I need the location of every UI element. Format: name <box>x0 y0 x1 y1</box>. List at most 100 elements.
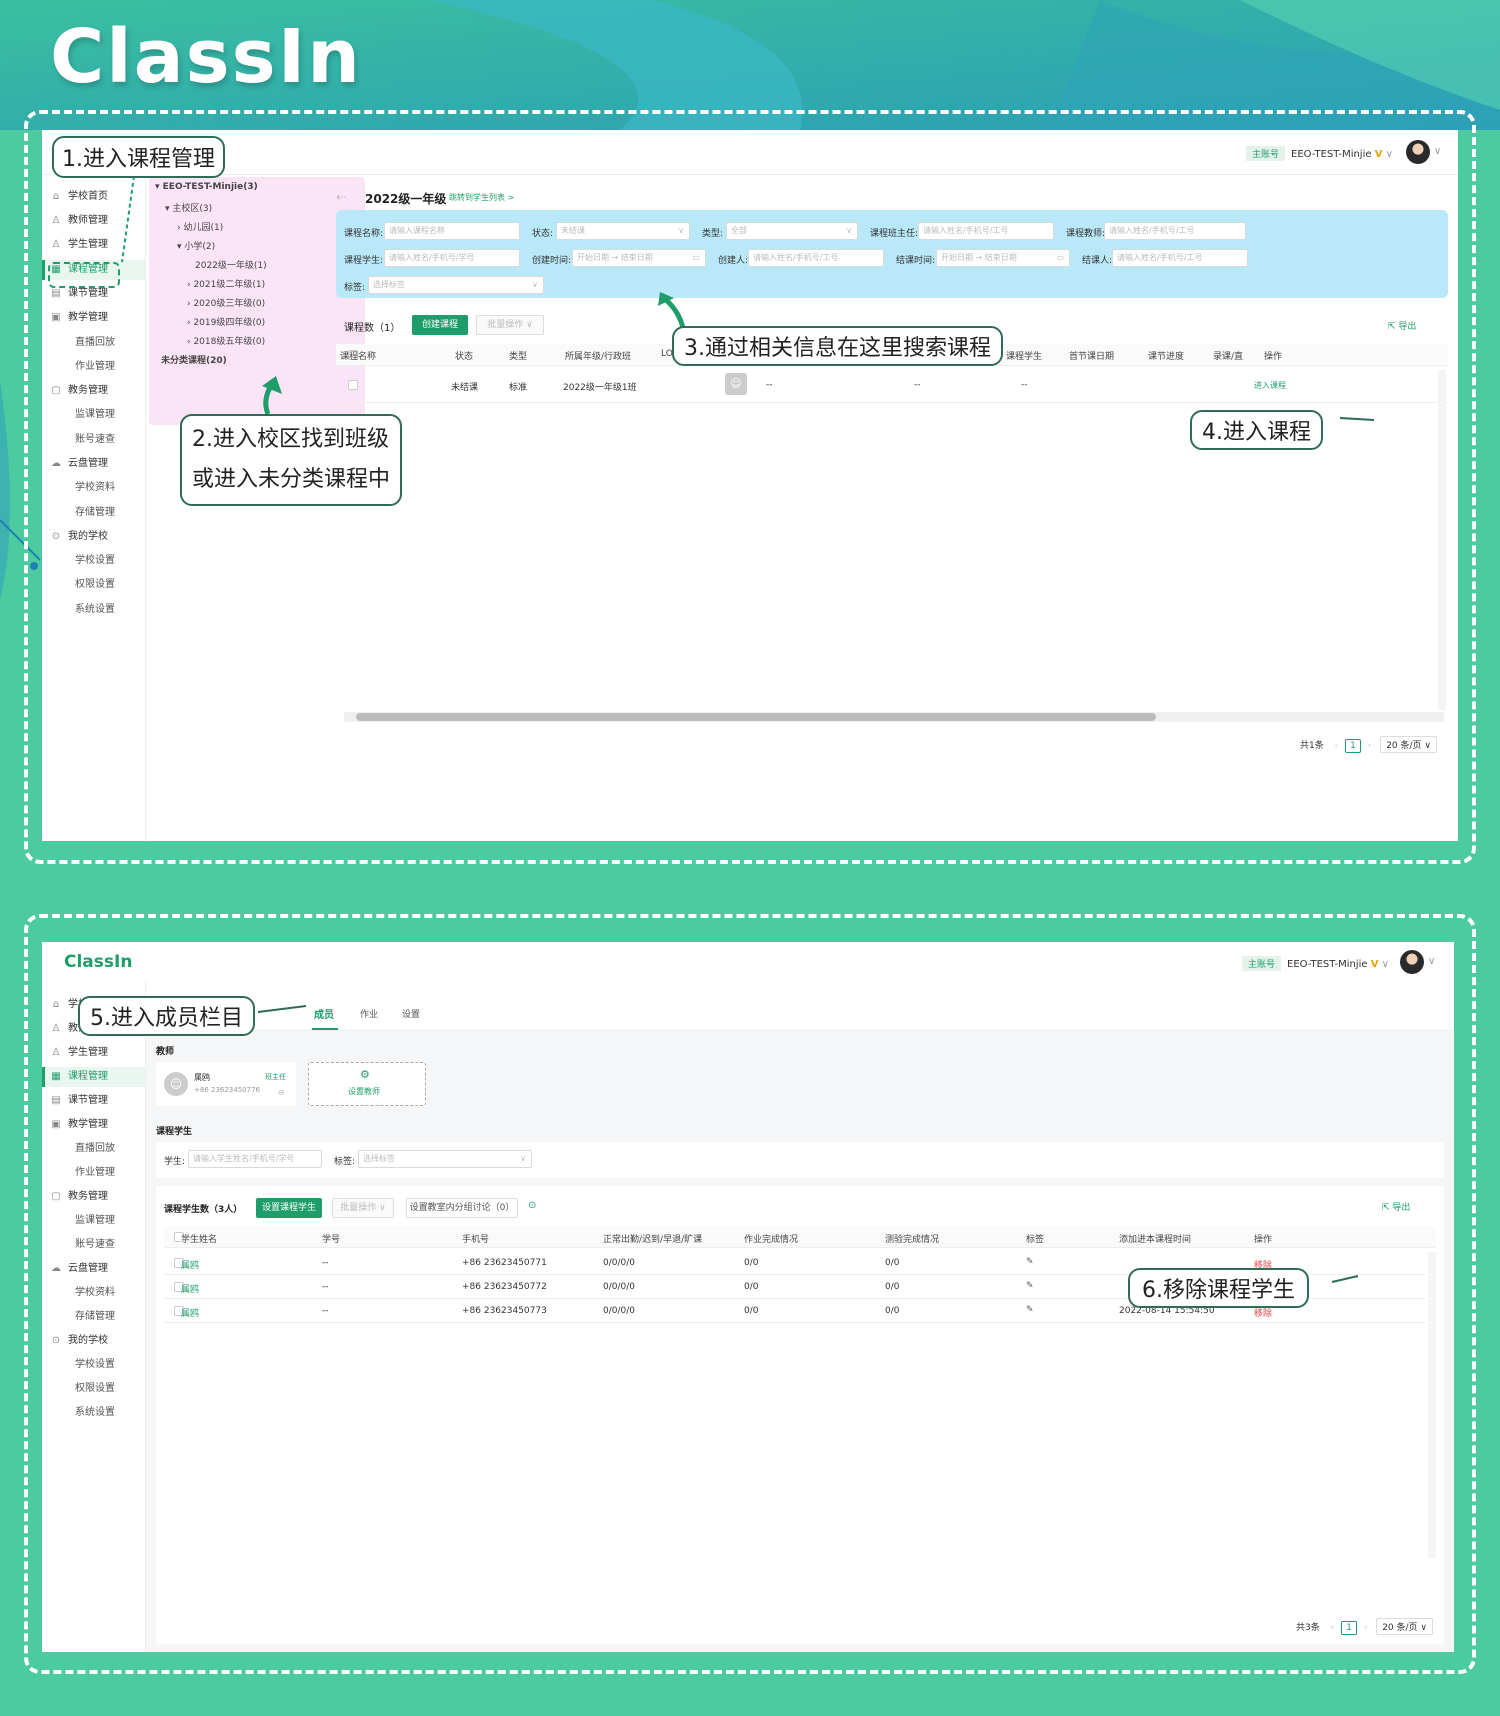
chevron-down-icon[interactable]: ∨ <box>1428 956 1435 967</box>
sidebar-item[interactable]: ▤ 课节管理 <box>50 1091 108 1111</box>
vertical-scrollbar[interactable] <box>1428 1252 1436 1558</box>
sidebar-item[interactable]: 账号速查 <box>75 1235 115 1255</box>
tree-node[interactable]: › 2020级三年级(0) <box>187 296 265 309</box>
tree-node[interactable]: › 2019级四年级(0) <box>187 315 265 328</box>
sidebar-item[interactable]: 作业管理 <box>75 1163 115 1183</box>
tree-node[interactable]: › 幼儿园(1) <box>177 220 223 233</box>
create-course-button[interactable]: 创建课程 <box>412 315 468 335</box>
sidebar-item[interactable]: 学校设置 <box>75 1355 115 1375</box>
tree-node[interactable]: 未分类课程(20) <box>161 353 227 366</box>
sidebar-item[interactable]: ▢ 教务管理 <box>50 1187 108 1207</box>
sidebar-item[interactable]: 存储管理 <box>75 503 115 523</box>
sidebar-item[interactable]: 监课管理 <box>75 1211 115 1231</box>
user-avatar[interactable] <box>1400 950 1424 974</box>
chevron-down-icon: ∨ <box>678 226 684 235</box>
tree-node[interactable]: ▾ EEO-TEST-Minjie(3) <box>155 182 258 192</box>
sidebar-item[interactable]: 作业管理 <box>75 357 115 377</box>
filter-input[interactable]: 开始日期 → 结束日期 ▭ <box>572 249 706 267</box>
filter-input[interactable]: 未结课 ∨ <box>556 222 690 240</box>
tag-select[interactable]: 选择标签 ∨ <box>358 1150 532 1168</box>
jump-to-student-list-link[interactable]: 跳转到学生列表 > <box>449 192 514 203</box>
tree-node[interactable]: ▾ 小学(2) <box>177 239 215 252</box>
prev-page-icon[interactable]: ‹ <box>1335 741 1339 751</box>
edit-tag-icon[interactable]: ✎ <box>1026 1281 1034 1291</box>
filter-input[interactable]: 请输入姓名/手机号/工号 <box>1112 249 1248 267</box>
edit-tag-icon[interactable]: ✎ <box>1026 1257 1034 1267</box>
sidebar-item[interactable]: ☁ 云盘管理 <box>50 1259 108 1279</box>
sidebar-item[interactable]: 监课管理 <box>75 405 115 425</box>
row-checkbox[interactable] <box>348 380 358 390</box>
chevron-down-icon[interactable]: ∨ <box>1434 146 1441 157</box>
horizontal-scrollbar-thumb[interactable] <box>356 713 1156 721</box>
batch-operation-button[interactable]: 批量操作 ∨ <box>476 315 544 335</box>
sidebar-item[interactable]: ⊙ 我的学校 <box>50 1331 108 1351</box>
sidebar-item[interactable]: 直播回放 <box>75 333 115 353</box>
sidebar-item[interactable]: 账号速查 <box>75 430 115 450</box>
sidebar-item[interactable]: 系统设置 <box>75 1403 115 1423</box>
next-page-icon[interactable]: › <box>1364 1623 1368 1633</box>
edit-tag-icon[interactable]: ✎ <box>1026 1305 1034 1315</box>
sidebar-item[interactable]: 权限设置 <box>75 1379 115 1399</box>
sidebar-item[interactable]: ♙ 教师管理 <box>50 211 108 231</box>
batch-operation-button[interactable]: 批量操作 ∨ <box>332 1198 394 1218</box>
filter-input[interactable]: 请输入姓名/手机号/工号 <box>1104 222 1246 240</box>
sidebar-item[interactable]: 系统设置 <box>75 600 115 620</box>
prev-page-icon[interactable]: ‹ <box>1331 1623 1335 1633</box>
next-page-icon[interactable]: › <box>1368 741 1372 751</box>
sidebar-item[interactable]: ⊙ 我的学校 <box>50 527 108 547</box>
sidebar-item[interactable]: ▦ 课程管理 <box>45 1067 145 1087</box>
filter-input[interactable]: 请输入课程名称 <box>384 222 520 240</box>
page-size-select[interactable]: 20 条/页 ∨ <box>1376 1618 1433 1635</box>
tab-members[interactable]: 成员 <box>314 1006 334 1021</box>
sidebar-item[interactable]: 学校资料 <box>75 478 115 498</box>
enter-course-link[interactable]: 进入课程 <box>1254 380 1286 391</box>
tab-homework[interactable]: 作业 <box>360 1007 378 1020</box>
sidebar-item[interactable]: 权限设置 <box>75 575 115 595</box>
set-teacher-label: 设置教师 <box>348 1087 380 1096</box>
sidebar-item[interactable]: ▣ 教学管理 <box>50 1115 108 1135</box>
filter-input[interactable]: 请输入姓名/手机号/工号 <box>918 222 1054 240</box>
sidebar-item[interactable]: 学校设置 <box>75 551 115 571</box>
filter-input[interactable]: 请输入姓名/手机号/学号 <box>384 249 520 267</box>
filter-input[interactable]: 请输入姓名/手机号/工号 <box>748 249 884 267</box>
sidebar-item[interactable]: ♙ 学生管理 <box>50 235 108 255</box>
top-bar-divider <box>42 174 1458 175</box>
page-size-select[interactable]: 20 条/页 ∨ <box>1380 736 1437 753</box>
sidebar-item[interactable]: 存储管理 <box>75 1307 115 1327</box>
student-name-link[interactable]: 属鸥 <box>181 1306 199 1319</box>
export-button[interactable]: ⇱ 导出 <box>1382 1200 1410 1213</box>
table-cell: 0/0 <box>744 1306 759 1316</box>
more-icon[interactable]: ⊖ <box>278 1088 285 1097</box>
vertical-scrollbar[interactable] <box>1438 370 1446 710</box>
tree-node[interactable]: ▾ 主校区(3) <box>165 201 212 214</box>
tab-settings[interactable]: 设置 <box>402 1007 420 1020</box>
back-icon[interactable]: ⇠ <box>336 190 346 204</box>
page-number[interactable]: 1 <box>1345 739 1361 753</box>
filter-input[interactable]: 全部 ∨ <box>726 222 858 240</box>
tree-node[interactable]: › 2021级二年级(1) <box>187 277 265 290</box>
sidebar-item[interactable]: ⌂ 学校首页 <box>50 187 108 207</box>
sidebar-item[interactable]: ♙ 学生管理 <box>50 1043 108 1063</box>
filter-input[interactable]: 开始日期 → 结束日期 ▭ <box>936 249 1070 267</box>
tree-node[interactable]: 2022级一年级(1) <box>195 258 267 271</box>
account-info[interactable]: 主账号 EEO-TEST-Minjie V ∨ <box>1242 956 1389 971</box>
student-search-input[interactable]: 请输入学生姓名/手机号/学号 <box>188 1150 322 1168</box>
export-button[interactable]: ⇱ 导出 <box>1388 319 1416 332</box>
user-avatar[interactable] <box>1406 140 1430 164</box>
account-info[interactable]: 主账号 EEO-TEST-Minjie V ∨ <box>1246 146 1393 161</box>
sidebar-item[interactable]: 学校资料 <box>75 1283 115 1303</box>
help-icon[interactable]: ⊙ <box>528 1200 536 1211</box>
student-name-link[interactable]: 属鸥 <box>181 1258 199 1271</box>
tree-node[interactable]: › 2018级五年级(0) <box>187 334 265 347</box>
set-course-students-button[interactable]: 设置课程学生 <box>256 1198 322 1218</box>
sidebar-item[interactable]: ☁ 云盘管理 <box>50 454 108 474</box>
sidebar-item-icon: ▣ <box>51 1119 61 1130</box>
sidebar-item[interactable]: ▣ 教学管理 <box>50 308 108 328</box>
sidebar-item[interactable]: 直播回放 <box>75 1139 115 1159</box>
group-discussion-button[interactable]: 设置教室内分组讨论（0） <box>406 1198 518 1218</box>
page-number[interactable]: 1 <box>1341 1621 1357 1635</box>
student-name-link[interactable]: 属鸥 <box>181 1282 199 1295</box>
filter-input[interactable]: 选择标签 ∨ <box>368 276 544 294</box>
account-name: EEO-TEST-Minjie <box>1291 149 1372 160</box>
sidebar-item[interactable]: ▢ 教务管理 <box>50 381 108 401</box>
